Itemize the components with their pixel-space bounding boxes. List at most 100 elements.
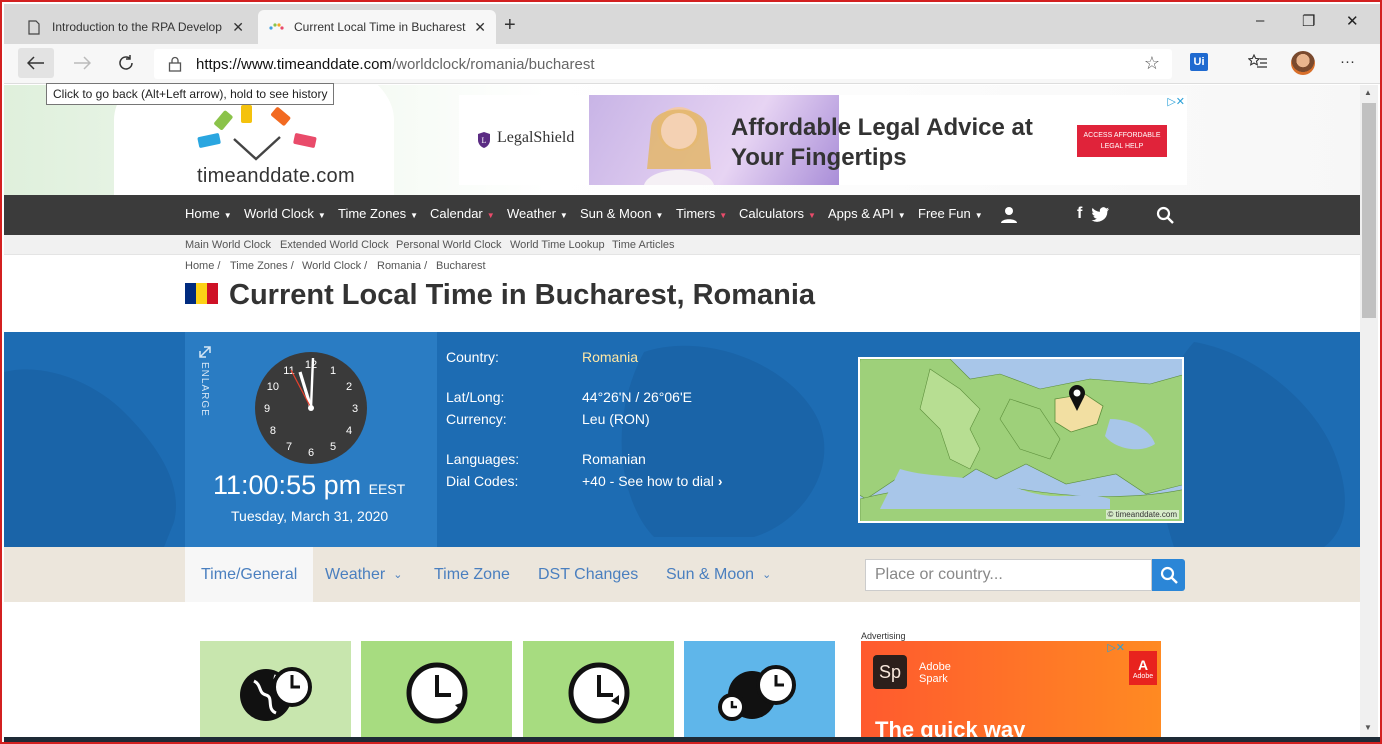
tab-bucharest-time[interactable]: Current Local Time in Bucharest, ✕ (258, 10, 496, 44)
page-icon (26, 19, 42, 35)
address-bar[interactable]: https://www.timeanddate.com/worldclock/r… (154, 49, 1172, 79)
subnav-main-world-clock[interactable]: Main World Clock (185, 239, 271, 251)
star-icon[interactable]: ☆ (1144, 53, 1160, 74)
globe-clocks-icon (717, 665, 796, 721)
browser-window: Introduction to the RPA Develop ✕ Curren… (0, 0, 1382, 744)
nav-calculators[interactable]: Calculators ▼ (739, 206, 816, 221)
enlarge-label[interactable]: ENLARGE (199, 362, 210, 417)
nav-home[interactable]: Home ▼ (185, 206, 232, 221)
ad-cta-button[interactable]: ACCESS AFFORDABLE LEGAL HELP (1077, 125, 1167, 157)
tile-clock-alt[interactable] (523, 641, 674, 737)
uipath-extension-icon[interactable]: Ui (1190, 53, 1208, 71)
adobe-logo-icon: A Adobe (1129, 651, 1157, 685)
enlarge-icon[interactable] (199, 346, 211, 358)
tab-rpa-intro[interactable]: Introduction to the RPA Develop ✕ (16, 10, 254, 44)
scroll-thumb[interactable] (1362, 103, 1376, 318)
timeanddate-favicon-icon (268, 19, 284, 35)
latlong-label: Lat/Long: (446, 389, 505, 405)
tab-close-icon[interactable]: ✕ (232, 19, 244, 36)
search-icon[interactable] (1156, 206, 1174, 224)
adobe-spark-ad[interactable]: Sp Adobe Spark A Adobe ▷✕ The quick way (861, 641, 1161, 737)
current-date: Tuesday, March 31, 2020 (231, 508, 389, 524)
page-scrollbar[interactable]: ▲ ▼ (1360, 85, 1378, 737)
subnav-world-time-lookup[interactable]: World Time Lookup (510, 239, 605, 251)
languages-label: Languages: (446, 451, 520, 467)
tab-time-zone[interactable]: Time Zone (418, 547, 526, 602)
user-icon[interactable] (1000, 206, 1018, 224)
twitter-icon[interactable] (1091, 207, 1110, 223)
favorites-icon[interactable] (1247, 53, 1268, 73)
nav-sun-moon[interactable]: Sun & Moon ▼ (580, 206, 663, 221)
more-icon[interactable]: ··· (1340, 53, 1355, 70)
ad-headline: The quick way (875, 717, 1026, 737)
nav-apps-api[interactable]: Apps & API ▼ (828, 206, 906, 221)
clock-numeral: 5 (330, 441, 336, 453)
tab-dst-changes[interactable]: DST Changes (522, 547, 654, 602)
tab-weather[interactable]: Weather ⌄ (309, 547, 418, 602)
tab-title: Current Local Time in Bucharest, (294, 20, 467, 34)
tile-clock[interactable] (361, 641, 512, 737)
web-page: timeanddate.com L LegalShield Affordable… (4, 85, 1360, 737)
nav-free-fun[interactable]: Free Fun ▼ (918, 206, 983, 221)
timeanddate-logo-icon (197, 105, 317, 161)
subnav-time-articles[interactable]: Time Articles (612, 239, 675, 251)
country-value[interactable]: Romania (582, 349, 638, 365)
close-window-button[interactable]: ✕ (1346, 12, 1359, 30)
clock-numeral: 1 (330, 365, 336, 377)
breadcrumb-romania[interactable]: Romania / (377, 260, 427, 272)
url-host: https://www.timeanddate.com (196, 55, 392, 73)
nav-calendar[interactable]: Calendar ▼ (430, 206, 495, 221)
location-map[interactable]: © timeanddate.com (858, 357, 1184, 523)
back-tooltip: Click to go back (Alt+Left arrow), hold … (46, 83, 335, 105)
forward-button[interactable] (64, 48, 100, 78)
tile-world-clock[interactable] (200, 641, 351, 737)
nav-timers[interactable]: Timers ▼ (676, 206, 727, 221)
scroll-up-icon[interactable]: ▲ (1364, 88, 1372, 97)
map-credit: © timeanddate.com (1105, 510, 1179, 519)
breadcrumb-time-zones[interactable]: Time Zones / (230, 260, 294, 272)
clock-numeral: 8 (270, 425, 276, 437)
site-logo[interactable]: timeanddate.com (197, 165, 355, 188)
tab-sun-moon[interactable]: Sun & Moon ⌄ (650, 547, 787, 602)
back-button[interactable] (18, 48, 54, 78)
subnav-extended-world-clock[interactable]: Extended World Clock (280, 239, 389, 251)
clock-numeral: 9 (264, 403, 270, 415)
breadcrumb-world-clock[interactable]: World Clock / (302, 260, 367, 272)
lock-icon (168, 56, 182, 72)
maximize-button[interactable]: ❐ (1302, 12, 1315, 30)
breadcrumb-home[interactable]: Home / (185, 260, 220, 272)
tile-multi-clock[interactable] (684, 641, 835, 737)
tab-close-icon[interactable]: ✕ (474, 19, 486, 36)
url-path: /worldclock/romania/bucharest (391, 55, 595, 73)
refresh-button[interactable] (108, 48, 144, 78)
chevron-down-icon: ⌄ (762, 569, 772, 581)
nav-world-clock[interactable]: World Clock ▼ (244, 206, 326, 221)
refresh-icon (119, 55, 133, 70)
dial-codes-link[interactable]: +40 - See how to dial › (582, 473, 722, 489)
profile-avatar[interactable] (1291, 51, 1315, 75)
ad-choices-icon[interactable]: ▷✕ (1107, 641, 1125, 654)
city-info-panel: ENLARGE 12 1 2 3 4 5 6 7 8 9 10 11 11:00:55 pm EEST… (4, 332, 1360, 547)
facebook-icon[interactable]: f (1077, 205, 1082, 223)
subnav-personal-world-clock[interactable]: Personal World Clock (396, 239, 502, 251)
ad-choices-icon[interactable]: ▷✕ (1167, 95, 1185, 108)
legalshield-logo-icon: L (478, 132, 490, 148)
taskbar (4, 737, 1380, 742)
chevron-down-icon: ⌄ (393, 569, 403, 581)
tab-time-general[interactable]: Time/General (185, 547, 314, 602)
analog-clock: 12 1234567891011 (255, 352, 367, 464)
search-icon (1160, 566, 1178, 584)
new-tab-button[interactable]: + (504, 14, 516, 37)
top-ad-banner[interactable]: L LegalShield Affordable Legal Advice at… (459, 95, 1187, 185)
place-search-input[interactable]: Place or country... (865, 559, 1152, 591)
country-label: Country: (446, 349, 499, 365)
page-tabs: Time/General Weather ⌄ Time Zone DST Chan… (4, 547, 1360, 602)
scroll-down-icon[interactable]: ▼ (1364, 723, 1372, 732)
chevron-right-icon: › (717, 473, 723, 489)
advertising-label: Advertising (861, 631, 906, 641)
current-time: 11:00:55 pm EEST (213, 470, 406, 500)
minimize-button[interactable]: – (1256, 12, 1264, 29)
nav-time-zones[interactable]: Time Zones ▼ (338, 206, 418, 221)
place-search-button[interactable] (1152, 559, 1185, 591)
nav-weather[interactable]: Weather ▼ (507, 206, 568, 221)
